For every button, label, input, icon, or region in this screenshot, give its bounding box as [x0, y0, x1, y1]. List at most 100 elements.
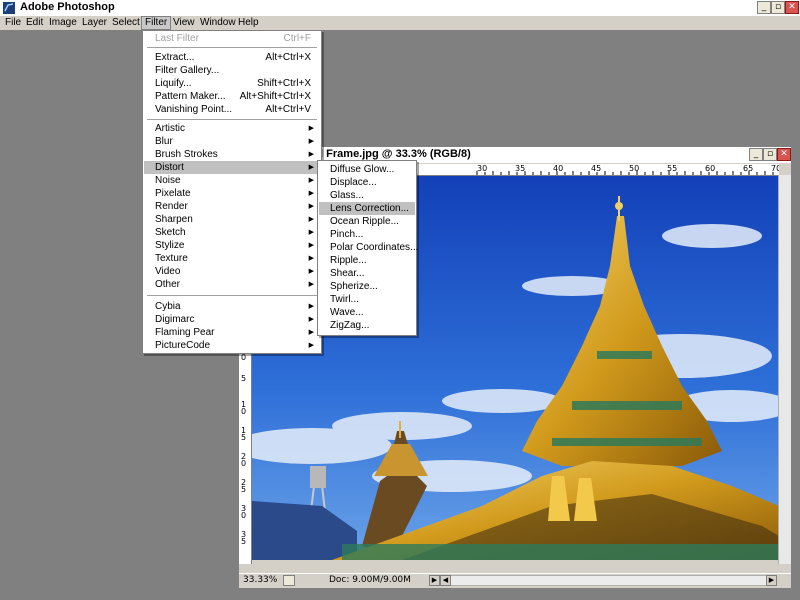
- minimize-button[interactable]: _: [757, 1, 771, 14]
- menu-item-shear[interactable]: Shear...: [319, 267, 415, 280]
- menu-item-digimarc[interactable]: Digimarc ▶: [144, 313, 320, 326]
- submenu-arrow-icon: ▶: [308, 138, 314, 145]
- menu-item-label: Diffuse Glow...: [330, 164, 395, 175]
- menu-view[interactable]: View: [170, 16, 198, 30]
- menu-item-label: Artistic: [155, 123, 185, 134]
- menu-item-sharpen[interactable]: Sharpen ▶: [144, 213, 320, 226]
- menu-item-wave[interactable]: Wave...: [319, 306, 415, 319]
- menu-item-spherize[interactable]: Spherize...: [319, 280, 415, 293]
- submenu-arrow-icon: ▶: [308, 151, 314, 158]
- close-button[interactable]: ✕: [785, 1, 799, 14]
- menu-item-label: Brush Strokes: [155, 149, 218, 160]
- submenu-arrow-icon: ▶: [308, 342, 314, 349]
- app-titlebar: Adobe Photoshop _ ▫ ✕: [0, 0, 800, 17]
- menu-item-label: Shear...: [330, 268, 365, 279]
- menu-item-vanishing-point[interactable]: Vanishing Point... Alt+Ctrl+V: [144, 103, 320, 116]
- menu-item-diffuse-glow[interactable]: Diffuse Glow...: [319, 163, 415, 176]
- menu-item-label: Blur: [155, 136, 173, 147]
- menu-item-texture[interactable]: Texture ▶: [144, 252, 320, 265]
- menu-separator: [147, 119, 317, 120]
- menu-item-artistic[interactable]: Artistic ▶: [144, 122, 320, 135]
- menu-item-noise[interactable]: Noise ▶: [144, 174, 320, 187]
- menu-image[interactable]: Image: [46, 16, 80, 30]
- menu-item-picturecode[interactable]: PictureCode ▶: [144, 339, 320, 352]
- menu-item-label: Vanishing Point...: [155, 104, 233, 115]
- menu-item-label: Noise: [155, 175, 181, 186]
- menu-help[interactable]: Help: [235, 16, 262, 30]
- menu-item-pattern-maker[interactable]: Pattern Maker... Alt+Shift+Ctrl+X: [144, 90, 320, 103]
- menu-item-brush-strokes[interactable]: Brush Strokes ▶: [144, 148, 320, 161]
- menu-item-label: Polar Coordinates...: [330, 242, 419, 253]
- menu-item-render[interactable]: Render ▶: [144, 200, 320, 213]
- ruler-label: 1 5: [241, 426, 247, 442]
- vertical-scrollbar[interactable]: [778, 175, 791, 564]
- submenu-arrow-icon: ▶: [308, 329, 314, 336]
- submenu-arrow-icon: ▶: [308, 125, 314, 132]
- menu-item-shortcut: Shift+Ctrl+X: [257, 78, 311, 89]
- submenu-arrow-icon: ▶: [308, 242, 314, 249]
- doc-close-button[interactable]: ✕: [777, 148, 791, 161]
- menu-layer[interactable]: Layer: [79, 16, 110, 30]
- submenu-arrow-icon: ▶: [308, 268, 314, 275]
- menu-filter[interactable]: Filter: [141, 16, 172, 30]
- ruler-label: 5: [241, 374, 247, 383]
- menu-item-video[interactable]: Video ▶: [144, 265, 320, 278]
- menu-item-label: Ocean Ripple...: [330, 216, 399, 227]
- menu-item-ripple[interactable]: Ripple...: [319, 254, 415, 267]
- menu-edit[interactable]: Edit: [23, 16, 46, 30]
- scroll-left-arrow-icon[interactable]: ◀: [440, 575, 451, 586]
- menu-item-glass[interactable]: Glass...: [319, 189, 415, 202]
- menu-item-displace[interactable]: Displace...: [319, 176, 415, 189]
- menu-item-label: Render: [155, 201, 188, 212]
- doc-restore-button[interactable]: ▫: [763, 148, 777, 161]
- menu-item-cybia[interactable]: Cybia ▶: [144, 300, 320, 313]
- menu-item-label: Pattern Maker...: [155, 91, 226, 102]
- menu-item-blur[interactable]: Blur ▶: [144, 135, 320, 148]
- menu-item-distort[interactable]: Distort ▶: [144, 161, 320, 174]
- menu-item-label: Other: [155, 279, 181, 290]
- photoshop-app-icon: [3, 2, 15, 14]
- ruler-label: 55: [667, 164, 678, 173]
- menu-item-twirl[interactable]: Twirl...: [319, 293, 415, 306]
- scroll-right-arrow-icon[interactable]: ▶: [429, 575, 440, 586]
- menu-select[interactable]: Select: [109, 16, 143, 30]
- menu-item-extract[interactable]: Extract... Alt+Ctrl+X: [144, 51, 320, 64]
- submenu-arrow-icon: ▶: [308, 177, 314, 184]
- menu-item-pixelate[interactable]: Pixelate ▶: [144, 187, 320, 200]
- menu-item-polar-coordinates[interactable]: Polar Coordinates...: [319, 241, 419, 254]
- menu-item-label: Sketch: [155, 227, 186, 238]
- menu-item-other[interactable]: Other ▶: [144, 278, 320, 291]
- scroll-right-end-arrow-icon[interactable]: ▶: [766, 575, 777, 586]
- menu-item-label: Displace...: [330, 177, 377, 188]
- menu-item-sketch[interactable]: Sketch ▶: [144, 226, 320, 239]
- menu-item-filter-gallery[interactable]: Filter Gallery...: [144, 64, 320, 77]
- menu-window[interactable]: Window: [197, 16, 239, 30]
- menu-item-label: Wave...: [330, 307, 364, 318]
- restore-button[interactable]: ▫: [771, 1, 785, 14]
- menu-item-zigzag[interactable]: ZigZag...: [319, 319, 415, 332]
- status-info-icon[interactable]: [283, 575, 295, 586]
- menu-item-liquify[interactable]: Liquify... Shift+Ctrl+X: [144, 77, 320, 90]
- menu-item-label: PictureCode: [155, 340, 211, 351]
- menu-item-ocean-ripple[interactable]: Ocean Ripple...: [319, 215, 415, 228]
- menu-item-label: Distort: [155, 162, 184, 173]
- ruler-label: 1 0: [241, 400, 247, 416]
- menu-item-stylize[interactable]: Stylize ▶: [144, 239, 320, 252]
- zoom-level[interactable]: 33.33%: [243, 575, 277, 585]
- menu-item-pinch[interactable]: Pinch...: [319, 228, 415, 241]
- menu-item-label: Ripple...: [330, 255, 367, 266]
- menu-item-label: Flaming Pear: [155, 327, 215, 338]
- horizontal-scrollbar[interactable]: ▶ ◀ ▶: [429, 575, 777, 586]
- menu-item-label: Twirl...: [330, 294, 359, 305]
- menu-separator: [147, 47, 317, 48]
- ruler-label: 35: [515, 164, 526, 173]
- doc-size-info: Doc: 9.00M/9.00M: [329, 575, 411, 585]
- doc-minimize-button[interactable]: _: [749, 148, 763, 161]
- menu-item-lens-correction[interactable]: Lens Correction...: [319, 202, 415, 215]
- ruler-label: 30: [477, 164, 488, 173]
- submenu-arrow-icon: ▶: [308, 203, 314, 210]
- menu-item-flaming-pear[interactable]: Flaming Pear ▶: [144, 326, 320, 339]
- ruler-label: 40: [553, 164, 564, 173]
- menu-file[interactable]: File: [2, 16, 24, 30]
- submenu-arrow-icon: ▶: [308, 216, 314, 223]
